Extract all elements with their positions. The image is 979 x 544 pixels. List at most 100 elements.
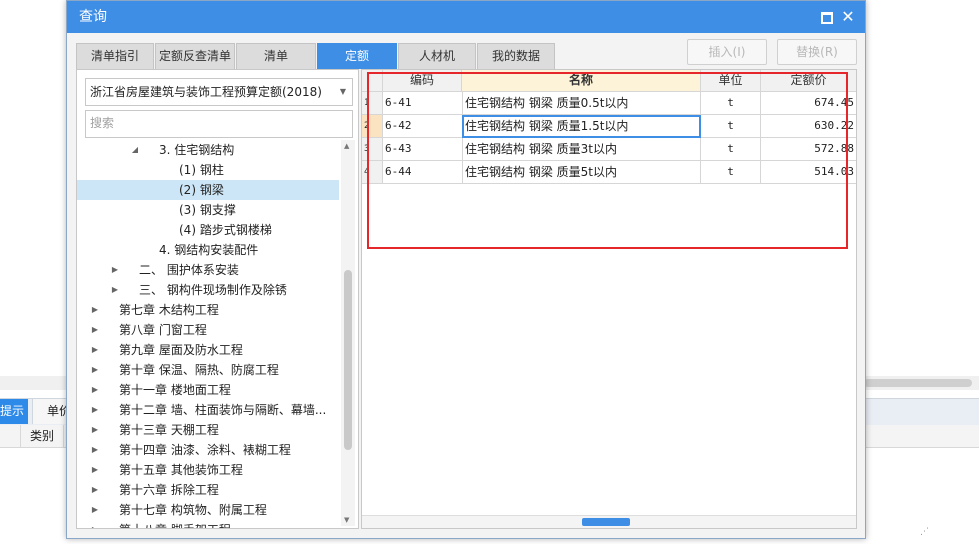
close-icon[interactable]: ✕	[839, 7, 857, 27]
tab-my-data[interactable]: 我的数据	[477, 43, 555, 69]
tree-item[interactable]: ▶ 三、 钢构件现场制作及除锈	[77, 280, 339, 300]
expand-arrow-icon[interactable]: ▶	[89, 320, 101, 340]
tab-bill[interactable]: 清单	[236, 43, 316, 69]
tree-item[interactable]: ▶ 第八章 门窗工程	[77, 320, 339, 340]
cell-code[interactable]: 6-42	[383, 115, 463, 138]
expand-arrow-icon[interactable]: ▶	[89, 440, 101, 460]
tree-vertical-scrollbar[interactable]: ▲ ▼	[341, 140, 355, 526]
tree-item[interactable]: (4) 踏步式钢楼梯	[77, 220, 339, 240]
cell-unit[interactable]: t	[701, 92, 761, 115]
scroll-up-icon[interactable]: ▲	[344, 142, 349, 150]
row-number: 1	[362, 92, 383, 115]
tree-item[interactable]: ▶ 二、 围护体系安装	[77, 260, 339, 280]
tree-item[interactable]: ▶ 第十章 保温、隔热、防腐工程	[77, 360, 339, 380]
table-row[interactable]: 3 6-43 住宅钢结构 钢梁 质量3t以内 t 572.88	[362, 138, 856, 161]
tree-item-label: 3. 住宅钢结构	[159, 143, 235, 157]
insert-button[interactable]: 插入(I)	[687, 39, 767, 65]
cell-name[interactable]: 住宅钢结构 钢梁 质量5t以内	[462, 161, 701, 184]
cell-code[interactable]: 6-43	[383, 138, 463, 161]
replace-button[interactable]: 替换(R)	[777, 39, 857, 65]
tree-item[interactable]: ▶ 第十四章 油漆、涂料、裱糊工程	[77, 440, 339, 460]
cell-unit[interactable]: t	[701, 161, 761, 184]
tree-item-label: 第十七章 构筑物、附属工程	[119, 503, 267, 517]
collapse-arrow-icon[interactable]: ◢	[129, 140, 141, 160]
query-dialog: 查询 ✕ 清单指引 定额反查清单 清单 定额 人材机 我的数据 插入(I) 替换…	[66, 0, 929, 539]
header-price[interactable]: 定额价	[761, 70, 856, 92]
cell-price[interactable]: 514.03	[761, 161, 856, 184]
header-name[interactable]: 名称	[462, 70, 701, 92]
cell-price[interactable]: 630.22	[761, 115, 856, 138]
tab-quota-reverse[interactable]: 定额反查清单	[155, 43, 235, 69]
tab-bill-guide[interactable]: 清单指引	[76, 43, 154, 69]
tree-item[interactable]: ▶ 第十三章 天棚工程	[77, 420, 339, 440]
table-row[interactable]: 1 6-41 住宅钢结构 钢梁 质量0.5t以内 t 674.45	[362, 92, 856, 115]
tree-item[interactable]: ▶ 第九章 屋面及防水工程	[77, 340, 339, 360]
tree-item-label: (3) 钢支撑	[179, 203, 236, 217]
tree-item[interactable]: (1) 钢柱	[77, 160, 339, 180]
expand-arrow-icon[interactable]: ▶	[89, 340, 101, 360]
maximize-icon[interactable]	[821, 12, 833, 24]
expand-arrow-icon[interactable]: ▶	[89, 380, 101, 400]
tree-item[interactable]: 4. 钢结构安装配件	[77, 240, 339, 260]
search-input[interactable]	[86, 111, 350, 135]
expand-arrow-icon[interactable]: ▶	[89, 500, 101, 520]
tree-item-label: 第十章 保温、隔热、防腐工程	[119, 363, 279, 377]
row-number: 2	[362, 115, 383, 138]
table-row[interactable]: 4 6-44 住宅钢结构 钢梁 质量5t以内 t 514.03	[362, 161, 856, 184]
cell-code[interactable]: 6-44	[383, 161, 463, 184]
tree-item[interactable]: ▶ 第十六章 拆除工程	[77, 480, 339, 500]
tree-item-label: 4. 钢结构安装配件	[159, 243, 259, 257]
tab-quota[interactable]: 定额	[317, 43, 397, 69]
expand-arrow-icon[interactable]: ▶	[89, 300, 101, 320]
cell-name[interactable]: 住宅钢结构 钢梁 质量3t以内	[462, 138, 701, 161]
expand-arrow-icon[interactable]: ▶	[89, 360, 101, 380]
cell-price[interactable]: 572.88	[761, 138, 856, 161]
table-row[interactable]: 2 6-42 住宅钢结构 钢梁 质量1.5t以内 t 630.22	[362, 115, 856, 138]
cell-price[interactable]: 674.45	[761, 92, 856, 115]
tree-item-label: 第九章 屋面及防水工程	[119, 343, 243, 357]
quota-library-select[interactable]: 浙江省房屋建筑与装饰工程预算定额(2018) ▼	[85, 78, 353, 106]
tree-item-label: 三、 钢构件现场制作及除锈	[139, 283, 287, 297]
cell-code[interactable]: 6-41	[383, 92, 463, 115]
row-number-header	[362, 70, 383, 92]
tree-item[interactable]: ▶ 第十八章 脚手架工程	[77, 520, 339, 528]
tree-item[interactable]: (3) 钢支撑	[77, 200, 339, 220]
expand-arrow-icon[interactable]: ▶	[89, 520, 101, 528]
expand-arrow-icon[interactable]: ▶	[89, 400, 101, 420]
header-unit[interactable]: 单位	[701, 70, 761, 92]
scroll-thumb[interactable]	[864, 379, 972, 387]
tree-item[interactable]: ▶ 第十二章 墙、柱面装饰与隔断、幕墙...	[77, 400, 339, 420]
tree-item[interactable]: ▶ 第十一章 楼地面工程	[77, 380, 339, 400]
scroll-thumb[interactable]	[344, 270, 352, 450]
chevron-down-icon[interactable]: ▼	[340, 79, 346, 105]
tree-item-label: 第十六章 拆除工程	[119, 483, 219, 497]
tree-item-label: 第十五章 其他装饰工程	[119, 463, 243, 477]
tree-item[interactable]: ▶ 第十五章 其他装饰工程	[77, 460, 339, 480]
expand-arrow-icon[interactable]: ▶	[89, 460, 101, 480]
scroll-down-icon[interactable]: ▼	[344, 516, 349, 524]
tree-item-label: 第七章 木结构工程	[119, 303, 219, 317]
dialog-titlebar[interactable]: 查询 ✕	[67, 1, 865, 33]
grid-horizontal-scrollbar[interactable]	[362, 515, 856, 528]
tree-item[interactable]: (2) 钢梁	[77, 180, 339, 200]
tab-labor-material[interactable]: 人材机	[398, 43, 476, 69]
tree-item[interactable]: ▶ 第十七章 构筑物、附属工程	[77, 500, 339, 520]
background-tab-hint[interactable]: 提示	[0, 399, 28, 424]
tree-item[interactable]: ◢ 3. 住宅钢结构	[77, 140, 339, 160]
cell-unit[interactable]: t	[701, 115, 761, 138]
scroll-thumb[interactable]	[582, 518, 630, 526]
expand-arrow-icon[interactable]: ▶	[89, 480, 101, 500]
quota-tree-panel: 浙江省房屋建筑与装饰工程预算定额(2018) ▼ ◢ 3. 住宅钢结构 (1) 钢柱…	[76, 69, 359, 529]
header-code[interactable]: 编码	[383, 70, 462, 92]
cell-unit[interactable]: t	[701, 138, 761, 161]
dialog-title: 查询	[79, 9, 107, 25]
expand-arrow-icon[interactable]: ▶	[89, 420, 101, 440]
search-box[interactable]	[85, 110, 353, 138]
tree-item-label: 第十八章 脚手架工程	[119, 520, 231, 528]
cell-name[interactable]: 住宅钢结构 钢梁 质量1.5t以内	[462, 115, 701, 138]
expand-arrow-icon[interactable]: ▶	[109, 280, 121, 300]
expand-arrow-icon[interactable]: ▶	[109, 260, 121, 280]
resize-grip-icon[interactable]: ⋰	[920, 527, 929, 537]
tree-item[interactable]: ▶ 第七章 木结构工程	[77, 300, 339, 320]
cell-name[interactable]: 住宅钢结构 钢梁 质量0.5t以内	[462, 92, 701, 115]
